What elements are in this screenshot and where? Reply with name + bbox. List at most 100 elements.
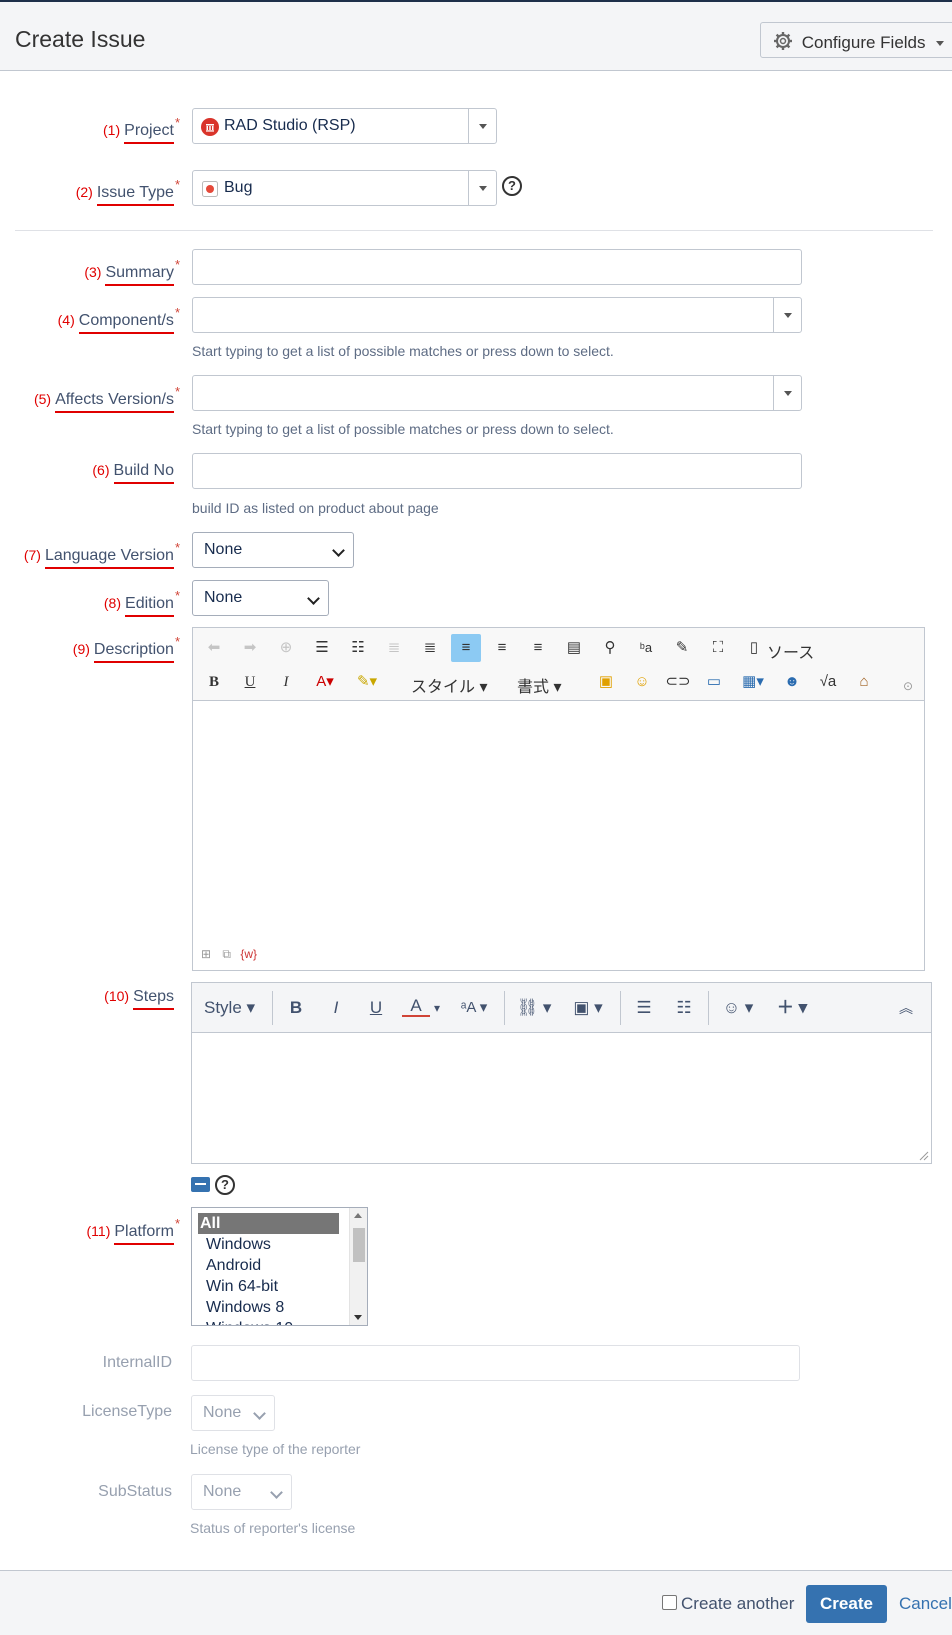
clear-format-icon[interactable]: ⌂	[849, 668, 879, 696]
text-style-icon[interactable]: ᵃA ▾	[454, 995, 494, 1021]
platform-option-windows[interactable]: Windows	[198, 1234, 339, 1255]
bold-icon[interactable]: B	[282, 995, 310, 1021]
collapse-toolbar-icon[interactable]: ⊙	[893, 672, 923, 700]
build-no-hint: build ID as listed on product about page	[192, 500, 439, 516]
components-picker[interactable]	[192, 297, 802, 333]
platform-multiselect[interactable]: All Windows Android Win 64-bit Windows 8…	[191, 1207, 368, 1326]
image-icon[interactable]: ▣ ▾	[568, 995, 608, 1021]
underline-icon[interactable]: U	[235, 668, 265, 696]
edition-select[interactable]: None	[192, 580, 329, 616]
resize-handle-icon[interactable]	[919, 1151, 929, 1161]
align-center-icon[interactable]: ≡	[487, 634, 517, 662]
table-icon[interactable]: ▦▾	[735, 668, 771, 696]
sub-status-select[interactable]: None	[191, 1474, 292, 1510]
scroll-down-icon[interactable]	[354, 1315, 362, 1320]
bullet-list-icon[interactable]: ☰	[630, 995, 658, 1021]
format-dropdown[interactable]: 書式 ▾	[517, 673, 562, 697]
spellcheck-icon[interactable]: ✎	[667, 634, 697, 662]
style-dropdown[interactable]: スタイル ▾	[411, 673, 488, 697]
replace-icon[interactable]: ᵇa	[631, 634, 661, 662]
wiki-markup-toggle[interactable]: {w}	[240, 947, 257, 961]
configure-fields-label: Configure Fields	[801, 33, 926, 52]
chevron-down-icon[interactable]	[468, 109, 496, 143]
link-icon[interactable]: ⊂⊃	[663, 668, 693, 696]
help-icon[interactable]: ?	[502, 176, 522, 196]
internal-id-input[interactable]	[191, 1345, 800, 1381]
steps-style-dropdown[interactable]: Style ▾	[204, 995, 262, 1021]
undo-icon[interactable]: ⬅	[199, 634, 229, 662]
project-picker[interactable]: RAD Studio (RSP)	[192, 108, 497, 144]
emoji-icon[interactable]: ☺ ▾	[718, 995, 758, 1021]
create-another-label[interactable]: Create another	[681, 1594, 794, 1614]
description-footer: ⊞ ⧉ {w}	[201, 947, 257, 962]
source-label[interactable]: ソース	[767, 639, 814, 663]
table-grid-icon[interactable]: ⊞	[201, 947, 211, 961]
license-type-hint: License type of the reporter	[190, 1441, 361, 1457]
language-version-select[interactable]: None	[192, 532, 354, 568]
platform-option-windows10[interactable]: Windows 10	[198, 1318, 339, 1325]
chevron-down-icon[interactable]	[468, 171, 496, 205]
numbered-list-icon[interactable]: ☰	[307, 634, 337, 662]
dialog-header: Create Issue Configure Fields	[0, 2, 952, 71]
create-another-checkbox[interactable]	[662, 1595, 677, 1610]
paste-icon[interactable]: ▣	[591, 668, 621, 696]
platform-option-all[interactable]: All	[198, 1213, 339, 1234]
scrollbar-thumb[interactable]	[353, 1228, 365, 1262]
affects-versions-picker[interactable]	[192, 375, 802, 411]
license-type-select[interactable]: None	[191, 1395, 275, 1431]
outdent-icon[interactable]: ≣	[379, 634, 409, 662]
text-color-icon[interactable]: A▾	[307, 668, 343, 696]
chevron-down-icon	[936, 41, 945, 47]
source-icon[interactable]: ▯	[739, 634, 769, 662]
issue-type-picker[interactable]: Bug	[192, 170, 497, 206]
platform-scrollbar[interactable]	[349, 1208, 367, 1325]
italic-icon[interactable]: I	[271, 668, 301, 696]
anchor-icon[interactable]: ⊕	[271, 634, 301, 662]
image-icon[interactable]: ▭	[699, 668, 729, 696]
scroll-up-icon[interactable]	[354, 1213, 362, 1218]
align-right-icon[interactable]: ≡	[523, 634, 553, 662]
create-button[interactable]: Create	[806, 1585, 887, 1623]
summary-input[interactable]	[192, 249, 802, 285]
justify-icon[interactable]: ▤	[559, 634, 589, 662]
insert-more-icon[interactable]: ＋ ▾	[772, 995, 812, 1021]
align-left-icon[interactable]: ≡	[451, 634, 481, 662]
dialog-footer: Create another Create Cancel	[0, 1570, 952, 1635]
components-hint: Start typing to get a list of possible m…	[192, 343, 614, 359]
bold-icon[interactable]: B	[199, 668, 229, 696]
toolbar-separator	[504, 991, 505, 1025]
platform-option-windows8[interactable]: Windows 8	[198, 1297, 339, 1318]
affects-versions-hint: Start typing to get a list of possible m…	[192, 421, 614, 437]
emoticon-icon[interactable]: ☺	[627, 668, 657, 696]
edition-label: (8) Edition*	[104, 588, 180, 617]
indent-icon[interactable]: ≣	[415, 634, 445, 662]
user-mention-icon[interactable]: ☻	[777, 668, 807, 696]
build-no-input[interactable]	[192, 453, 802, 489]
collapse-toolbar-icon[interactable]: ︽	[892, 995, 920, 1021]
math-icon[interactable]: √a	[813, 668, 843, 696]
platform-option-win64[interactable]: Win 64-bit	[198, 1276, 339, 1297]
language-version-label: (7) Language Version*	[24, 540, 180, 569]
platform-option-android[interactable]: Android	[198, 1255, 339, 1276]
gear-icon	[774, 32, 792, 50]
find-icon[interactable]: ⚲	[595, 634, 625, 662]
underline-icon[interactable]: U	[362, 995, 390, 1021]
chevron-down-icon[interactable]: ▾	[430, 995, 444, 1021]
maximize-icon[interactable]: ⛶	[703, 634, 733, 662]
cancel-link[interactable]: Cancel	[899, 1594, 952, 1614]
help-icon[interactable]: ?	[215, 1175, 235, 1195]
link-icon[interactable]: ⛓ ▾	[514, 995, 554, 1021]
highlight-icon[interactable]: ✎▾	[349, 668, 385, 696]
bullet-list-icon[interactable]: ☷	[343, 634, 373, 662]
description-editor: ⬅ ➡ ⊕ ☰ ☷ ≣ ≣ ≡ ≡ ≡ ▤ ⚲ ᵇa ✎ ⛶ ▯ ソース B U…	[192, 627, 925, 971]
configure-fields-button[interactable]: Configure Fields	[760, 22, 952, 58]
chevron-down-icon[interactable]	[773, 376, 801, 410]
redo-icon[interactable]: ➡	[235, 634, 265, 662]
numbered-list-icon[interactable]: ☷	[670, 995, 698, 1021]
chevron-down-icon[interactable]	[773, 298, 801, 332]
text-color-icon[interactable]: A	[402, 995, 430, 1017]
steps-editor: Style ▾ B I U A ▾ ᵃA ▾ ⛓ ▾ ▣ ▾ ☰ ☷ ☺ ▾ ＋…	[191, 982, 932, 1164]
window-icon[interactable]: ⧉	[222, 947, 231, 961]
italic-icon[interactable]: I	[322, 995, 350, 1021]
editor-mode-icon[interactable]	[191, 1177, 210, 1192]
